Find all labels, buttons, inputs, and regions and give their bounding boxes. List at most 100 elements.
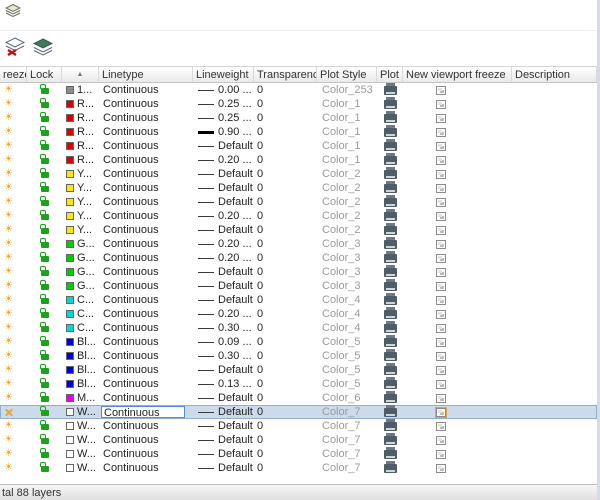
color-swatch[interactable]: [66, 310, 74, 318]
lineweight-value[interactable]: Default: [218, 363, 253, 377]
layer-row[interactable]: ☀ C... Continuous 0.20 ... 0 Color_4: [0, 307, 597, 321]
printer-icon[interactable]: [383, 419, 397, 431]
unlock-icon[interactable]: [40, 322, 49, 332]
printer-icon[interactable]: [383, 167, 397, 179]
layer-row[interactable]: ☀ 1... Continuous 0.00 ... 0 Color_253: [0, 83, 597, 97]
printer-icon[interactable]: [383, 195, 397, 207]
new-vp-freeze-icon[interactable]: [436, 169, 446, 179]
linetype-value[interactable]: Continuous: [103, 195, 159, 209]
new-vp-freeze-icon[interactable]: [436, 393, 446, 403]
transparency-value[interactable]: 0: [254, 279, 317, 293]
color-swatch[interactable]: [66, 254, 74, 262]
lineweight-value[interactable]: 0.20 ...: [218, 209, 252, 223]
color-swatch[interactable]: [66, 142, 74, 150]
layer-row[interactable]: ☀ Bl... Continuous Default 0 Color_5: [0, 363, 597, 377]
freeze-sun-icon[interactable]: ☀: [4, 435, 13, 445]
freeze-sun-icon[interactable]: ☀: [4, 253, 13, 263]
freeze-sun-icon[interactable]: ☀: [4, 365, 13, 375]
new-vp-freeze-icon[interactable]: [436, 225, 446, 235]
linetype-value[interactable]: Continuous: [103, 391, 159, 405]
printer-icon[interactable]: [383, 237, 397, 249]
color-swatch[interactable]: [66, 240, 74, 248]
description-value[interactable]: [512, 405, 597, 419]
layer-row[interactable]: W... Continuous Default 0 Color_7: [0, 405, 597, 419]
lineweight-value[interactable]: 0.20 ...: [218, 153, 252, 167]
freeze-sun-icon[interactable]: ☀: [4, 239, 13, 249]
lineweight-value[interactable]: Default: [218, 391, 253, 405]
unlock-icon[interactable]: [40, 182, 49, 192]
description-value[interactable]: [512, 111, 597, 125]
lineweight-value[interactable]: 0.00 ...: [218, 83, 252, 97]
color-swatch[interactable]: [66, 114, 74, 122]
linetype-value[interactable]: Continuous: [103, 139, 159, 153]
description-value[interactable]: [512, 181, 597, 195]
color-swatch[interactable]: [66, 436, 74, 444]
linetype-value[interactable]: Continuous: [103, 307, 159, 321]
description-value[interactable]: [512, 237, 597, 251]
transparency-value[interactable]: 0: [254, 419, 317, 433]
freeze-sun-icon[interactable]: ☀: [4, 337, 13, 347]
linetype-value[interactable]: Continuous: [103, 209, 159, 223]
new-vp-freeze-icon[interactable]: [436, 239, 446, 249]
transparency-value[interactable]: 0: [254, 195, 317, 209]
unlock-icon[interactable]: [40, 266, 49, 276]
unlock-icon[interactable]: [40, 252, 49, 262]
linetype-value[interactable]: Continuous: [103, 293, 159, 307]
lineweight-value[interactable]: 0.25 ...: [218, 97, 252, 111]
unlock-icon[interactable]: [40, 308, 49, 318]
new-vp-freeze-icon[interactable]: [436, 99, 446, 109]
transparency-value[interactable]: 0: [254, 391, 317, 405]
layer-row[interactable]: ☀ R... Continuous 0.20 ... 0 Color_1: [0, 153, 597, 167]
color-swatch[interactable]: [66, 128, 74, 136]
transparency-value[interactable]: 0: [254, 139, 317, 153]
printer-icon[interactable]: [383, 251, 397, 263]
unlock-icon[interactable]: [40, 462, 49, 472]
freeze-sun-icon[interactable]: ☀: [4, 211, 13, 221]
printer-icon[interactable]: [383, 433, 397, 445]
description-value[interactable]: [512, 307, 597, 321]
linetype-value[interactable]: Continuous: [103, 125, 159, 139]
linetype-value[interactable]: Continuous: [103, 223, 159, 237]
freeze-sun-icon[interactable]: ☀: [4, 449, 13, 459]
color-swatch[interactable]: [66, 100, 74, 108]
printer-icon[interactable]: [383, 447, 397, 459]
unlock-icon[interactable]: [40, 350, 49, 360]
freeze-sun-icon[interactable]: ☀: [4, 295, 13, 305]
color-swatch[interactable]: [66, 170, 74, 178]
color-swatch[interactable]: [66, 296, 74, 304]
freeze-sun-icon[interactable]: ☀: [4, 169, 13, 179]
freeze-sun-icon[interactable]: ☀: [4, 421, 13, 431]
color-swatch[interactable]: [66, 366, 74, 374]
layer-row[interactable]: ☀ G... Continuous Default 0 Color_3: [0, 265, 597, 279]
column-header-color[interactable]: ▲: [62, 67, 99, 82]
transparency-value[interactable]: 0: [254, 251, 317, 265]
delete-layer-button[interactable]: [3, 36, 27, 60]
linetype-value[interactable]: Continuous: [103, 279, 159, 293]
new-vp-freeze-icon[interactable]: [436, 309, 446, 319]
transparency-value[interactable]: 0: [254, 321, 317, 335]
lineweight-value[interactable]: 0.30 ...: [218, 321, 252, 335]
transparency-value[interactable]: 0: [254, 349, 317, 363]
transparency-value[interactable]: 0: [254, 223, 317, 237]
column-header-lock[interactable]: Lock: [27, 67, 62, 82]
transparency-value[interactable]: 0: [254, 433, 317, 447]
description-value[interactable]: [512, 363, 597, 377]
printer-icon[interactable]: [383, 461, 397, 473]
new-vp-freeze-icon[interactable]: [436, 337, 446, 347]
layer-row[interactable]: ☀ C... Continuous Default 0 Color_4: [0, 293, 597, 307]
layer-row[interactable]: ☀ G... Continuous 0.20 ... 0 Color_3: [0, 251, 597, 265]
color-swatch[interactable]: [66, 464, 74, 472]
transparency-value[interactable]: 0: [254, 461, 317, 475]
linetype-value[interactable]: Continuous: [103, 181, 159, 195]
printer-icon[interactable]: [383, 349, 397, 361]
lineweight-value[interactable]: Default: [218, 419, 253, 433]
new-vp-freeze-icon[interactable]: [436, 379, 446, 389]
freeze-sun-icon[interactable]: ☀: [4, 281, 13, 291]
unlock-icon[interactable]: [40, 112, 49, 122]
freeze-sun-icon[interactable]: ☀: [4, 463, 13, 473]
linetype-value[interactable]: Continuous: [103, 447, 159, 461]
unlock-icon[interactable]: [40, 238, 49, 248]
color-swatch[interactable]: [66, 352, 74, 360]
transparency-value[interactable]: 0: [254, 97, 317, 111]
color-swatch[interactable]: [66, 212, 74, 220]
